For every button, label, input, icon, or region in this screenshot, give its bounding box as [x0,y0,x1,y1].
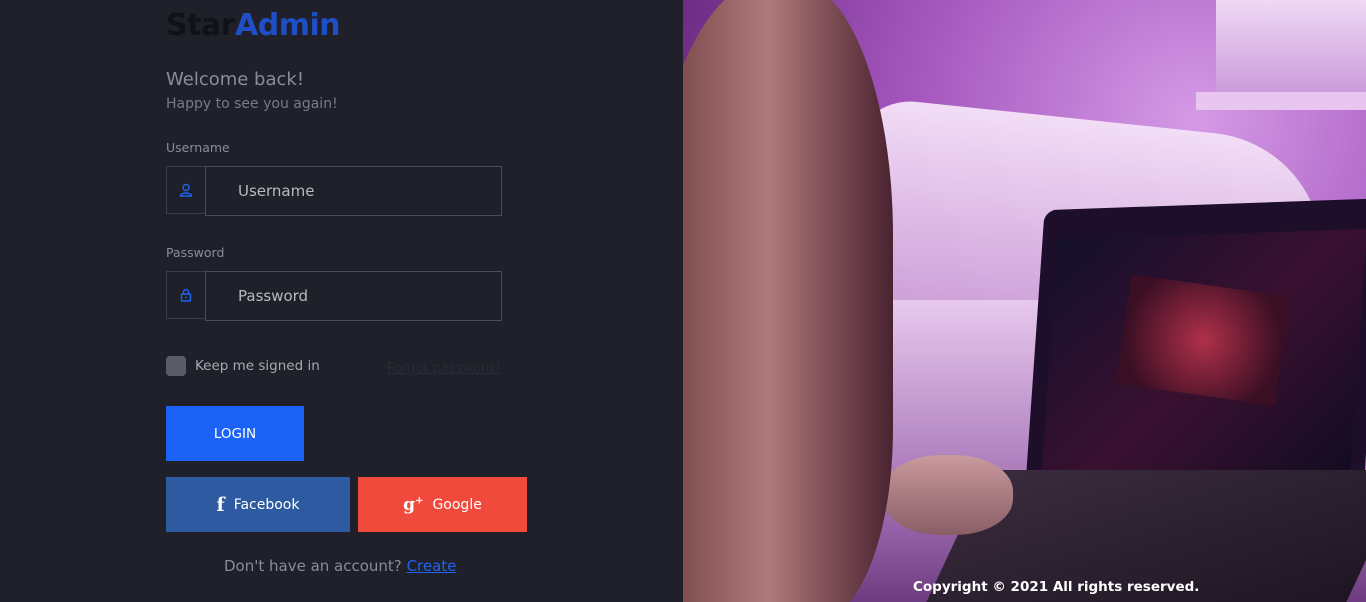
facebook-label: Facebook [233,496,300,513]
username-group [166,166,502,216]
brand-logo: StarAdmin [166,8,341,43]
user-icon [166,166,206,214]
copyright-text: Copyright © 2021 All rights reserved. [913,579,1200,595]
keep-signed-in-row: Keep me signed in [166,356,320,376]
brand-logo-admin: Admin [235,8,341,43]
signup-text: Don't have an account? [224,557,402,575]
password-group [166,271,502,321]
photo-hand [883,455,1013,535]
lock-icon [166,271,206,319]
keep-signed-in-checkbox[interactable] [166,356,186,376]
username-input[interactable] [205,166,502,216]
username-label: Username [166,140,230,155]
welcome-subtitle: Happy to see you again! [166,96,338,112]
photo-person-hair [683,0,893,602]
password-input[interactable] [205,271,502,321]
brand-logo-star: Star [166,8,236,43]
create-account-link[interactable]: Create [407,557,457,575]
google-login-button[interactable]: g+ Google [358,477,527,532]
login-button[interactable]: LOGIN [166,406,304,461]
facebook-login-button[interactable]: f Facebook [166,477,350,532]
signup-prompt: Don't have an account? Create [224,557,456,575]
facebook-icon: f [216,493,225,516]
google-label: Google [432,496,482,513]
photo-window-sill [1196,92,1366,110]
keep-signed-in-label: Keep me signed in [195,358,320,374]
background-image-panel [683,0,1366,602]
password-label: Password [166,245,225,260]
login-panel: StarAdmin Welcome back! Happy to see you… [0,0,683,602]
forgot-password-link[interactable]: Forgot password? [387,361,501,376]
photo-screen-art [1116,274,1290,406]
google-plus-icon: g+ [403,494,424,515]
welcome-heading: Welcome back! [166,69,305,90]
